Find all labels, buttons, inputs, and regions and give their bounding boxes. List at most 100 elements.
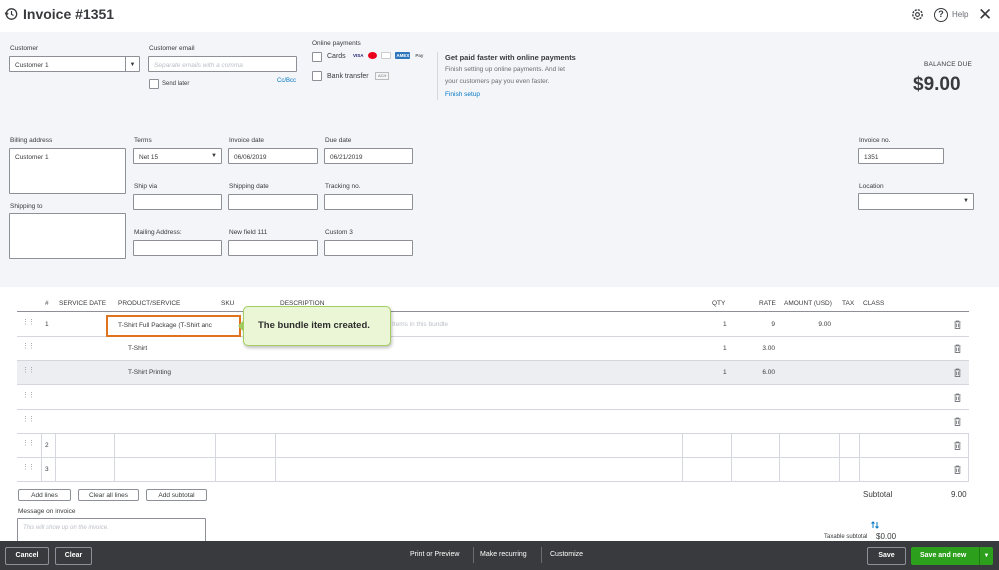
add-subtotal-button[interactable]: Add subtotal [146, 489, 207, 501]
table-row[interactable]: ⋮⋮ 3 [17, 458, 969, 482]
column-divider [731, 434, 732, 457]
shipping-date-label: Shipping date [229, 183, 269, 190]
gear-icon[interactable] [910, 7, 925, 22]
column-divider [968, 458, 969, 481]
sort-arrows-icon[interactable] [870, 520, 880, 530]
row-num: 2 [45, 442, 49, 449]
add-lines-button[interactable]: Add lines [18, 489, 71, 501]
customer-email-label: Customer email [149, 45, 195, 52]
print-preview-link[interactable]: Print or Preview [410, 551, 459, 558]
column-divider [114, 458, 115, 481]
clear-button[interactable]: Clear [55, 547, 92, 565]
customer-label: Customer [10, 45, 39, 52]
amex-icon: AMEX [395, 52, 411, 59]
invoice-header: Invoice #1351 ? Help ✕ [0, 0, 999, 32]
table-row[interactable]: ⋮⋮ [17, 410, 969, 434]
trash-icon[interactable] [954, 393, 961, 402]
trash-icon[interactable] [954, 368, 961, 377]
col-class: CLASS [863, 300, 885, 307]
shipping-to-input[interactable] [9, 213, 126, 259]
trash-icon[interactable] [954, 320, 961, 329]
email-placeholder: Separate emails with a comma [154, 62, 243, 69]
make-recurring-link[interactable]: Make recurring [480, 551, 527, 558]
due-date-value: 06/21/2019 [330, 154, 363, 161]
terms-select[interactable]: Net 15 ▼ [133, 148, 222, 164]
cancel-button[interactable]: Cancel [5, 547, 49, 565]
customize-link[interactable]: Customize [550, 551, 583, 558]
finish-setup-link[interactable]: Finish setup [445, 91, 480, 98]
chevron-down-icon[interactable]: ▼ [979, 547, 993, 565]
table-row[interactable]: ⋮⋮ 2 [17, 434, 969, 458]
drag-handle-icon[interactable]: ⋮⋮ [22, 416, 35, 426]
row-rate: 3.00 [762, 345, 775, 352]
column-divider [55, 434, 56, 457]
clear-all-lines-button[interactable]: Clear all lines [78, 489, 139, 501]
drag-handle-icon[interactable]: ⋮⋮ [22, 319, 35, 329]
trash-icon[interactable] [954, 417, 961, 426]
location-label: Location [859, 183, 884, 190]
balance-due-label: BALANCE DUE [924, 61, 973, 68]
divider [437, 52, 438, 100]
save-and-new-label: Save and new [920, 552, 967, 559]
save-and-new-button[interactable]: Save and new ▼ [911, 547, 993, 565]
page-title: Invoice #1351 [23, 6, 115, 22]
message-input[interactable]: This will show up on the invoice. [17, 518, 206, 542]
online-payments-label: Online payments [312, 40, 361, 47]
column-divider [215, 434, 216, 457]
chevron-down-icon[interactable]: ▼ [963, 198, 969, 204]
table-row[interactable]: ⋮⋮ T-Shirt 1 3.00 [17, 337, 969, 361]
table-row[interactable]: ⋮⋮ T-Shirt Printing 1 6.00 [17, 361, 969, 385]
cards-checkbox[interactable] [312, 52, 322, 62]
column-divider [215, 458, 216, 481]
drag-handle-icon[interactable]: ⋮⋮ [22, 343, 35, 353]
customer-select[interactable]: Customer 1 ▼ [9, 56, 140, 72]
shipping-date-input[interactable] [228, 194, 318, 210]
mailing-address-input[interactable] [133, 240, 222, 256]
chevron-down-icon[interactable]: ▼ [211, 153, 217, 159]
drag-handle-icon[interactable]: ⋮⋮ [22, 440, 35, 450]
recent-transactions-icon[interactable] [4, 7, 18, 21]
help-link[interactable]: Help [952, 10, 968, 19]
bank-transfer-checkbox[interactable] [312, 71, 322, 81]
billing-address-input[interactable]: Customer 1 [9, 148, 126, 194]
location-select[interactable]: ▼ [858, 193, 974, 210]
column-divider [55, 458, 56, 481]
cc-bcc-link[interactable]: Cc/Bcc [277, 78, 296, 84]
help-icon[interactable]: ? [934, 8, 948, 22]
due-date-input[interactable]: 06/21/2019 [324, 148, 413, 164]
drag-handle-icon[interactable]: ⋮⋮ [22, 392, 35, 402]
ship-via-label: Ship via [134, 183, 158, 190]
send-later-checkbox[interactable] [149, 79, 159, 89]
custom3-input[interactable] [324, 240, 413, 256]
promo-title: Get paid faster with online payments [445, 53, 576, 62]
new-field-label: New field 111 [229, 229, 268, 236]
chevron-down-icon[interactable]: ▼ [125, 57, 139, 71]
column-divider [731, 458, 732, 481]
drag-handle-icon[interactable]: ⋮⋮ [22, 464, 35, 474]
subtotal-label: Subtotal [863, 490, 893, 499]
col-sku: SKU [221, 300, 235, 307]
save-button[interactable]: Save [867, 547, 906, 565]
invoice-date-input[interactable]: 06/06/2019 [228, 148, 318, 164]
column-divider [859, 458, 860, 481]
column-divider [779, 434, 780, 457]
col-qty: QTY [712, 300, 726, 307]
bundle-product-field[interactable]: T-Shirt Full Package (T-Shirt anc [106, 315, 241, 337]
pay-icon: Pay [415, 53, 424, 58]
new-field-input[interactable] [228, 240, 318, 256]
row-rate: 9 [771, 321, 775, 328]
customer-email-input[interactable]: Separate emails with a comma [148, 56, 297, 72]
column-divider [839, 434, 840, 457]
col-rate: RATE [759, 300, 776, 307]
tracking-no-input[interactable] [324, 194, 413, 210]
drag-handle-icon[interactable]: ⋮⋮ [22, 367, 35, 377]
trash-icon[interactable] [954, 441, 961, 450]
close-icon[interactable]: ✕ [978, 5, 992, 25]
balance-due-amount: $9.00 [913, 74, 961, 95]
table-row[interactable]: ⋮⋮ [17, 386, 969, 410]
due-date-label: Due date [325, 137, 352, 144]
trash-icon[interactable] [954, 344, 961, 353]
invoice-no-input[interactable]: 1351 [858, 148, 944, 164]
trash-icon[interactable] [954, 465, 961, 474]
ship-via-input[interactable] [133, 194, 222, 210]
